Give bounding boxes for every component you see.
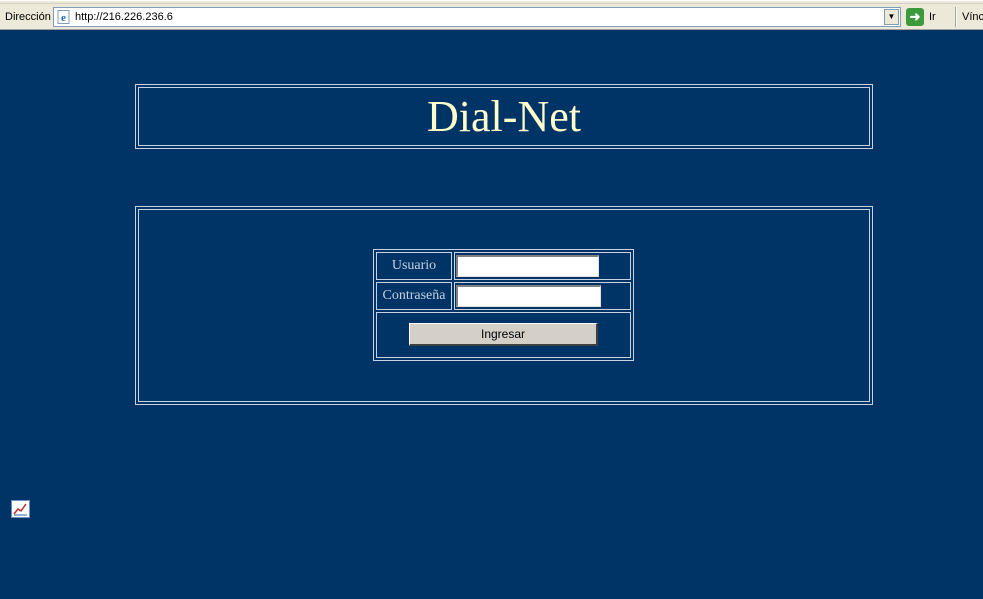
title-box: Dial-Net — [134, 83, 874, 150]
go-arrow-icon: ➜ — [906, 8, 924, 26]
toolbar-divider — [0, 1, 983, 4]
ie-page-icon: e — [57, 10, 71, 24]
page-title: Dial-Net — [427, 92, 581, 141]
password-input[interactable] — [456, 285, 601, 307]
address-dropdown-button[interactable]: ▼ — [884, 9, 899, 25]
username-label-cell: Usuario — [376, 252, 452, 280]
links-label[interactable]: Vínc — [962, 11, 983, 23]
stats-chart-icon[interactable] — [11, 500, 30, 518]
address-url: http://216.226.236.6 — [75, 11, 173, 23]
svg-text:e: e — [61, 12, 66, 24]
address-label: Dirección — [5, 11, 51, 23]
address-bar: Dirección e http://216.226.236.6 ▼ ➜ Ir … — [0, 0, 983, 30]
toolbar-separator — [955, 7, 957, 27]
address-input[interactable]: e http://216.226.236.6 ▼ — [53, 7, 901, 27]
login-submit-button[interactable]: Ingresar — [409, 323, 598, 346]
go-label: Ir — [929, 11, 936, 23]
username-label: Usuario — [391, 258, 437, 273]
password-label: Contraseña — [382, 288, 446, 303]
go-button[interactable]: ➜ Ir — [906, 8, 936, 26]
username-input[interactable] — [456, 255, 599, 277]
password-label-cell: Contraseña — [376, 282, 452, 310]
